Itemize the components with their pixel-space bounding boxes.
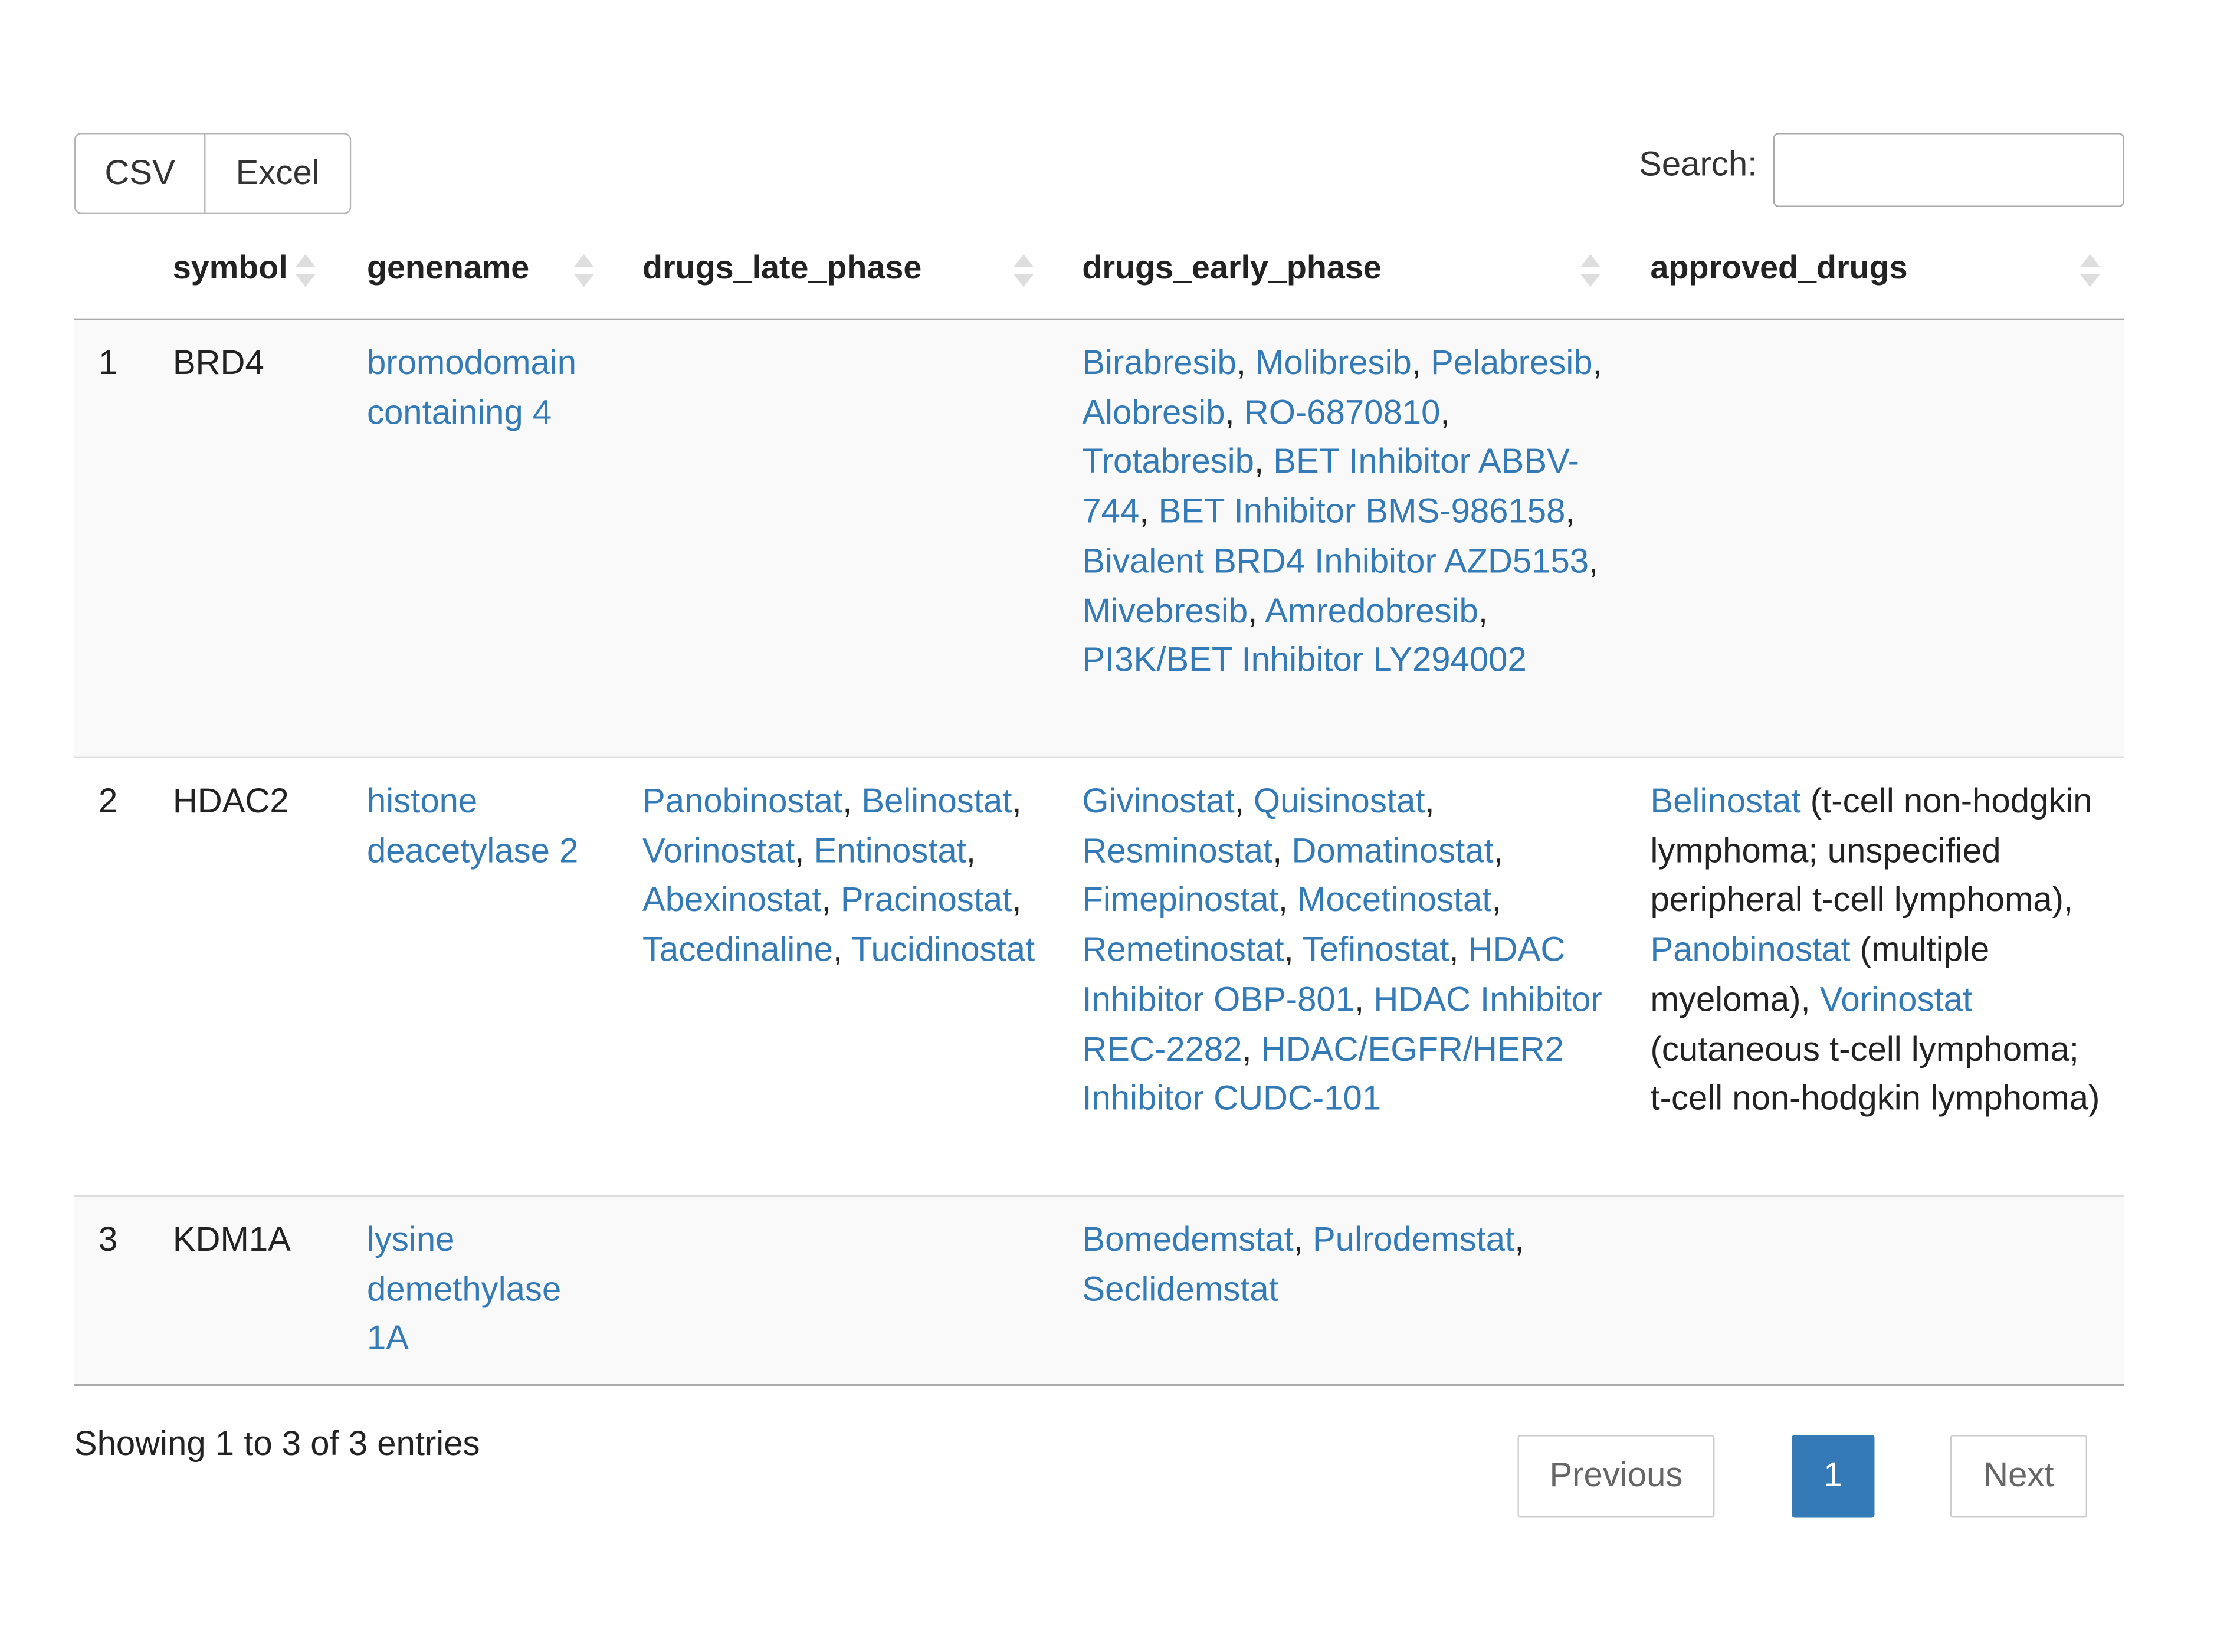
genename-link[interactable]: lysine demethylase 1A [367,1221,561,1358]
drug-link[interactable]: Tacedinaline [642,931,833,969]
column-header-drugs-late-phase[interactable]: drugs_late_phase [642,248,921,287]
row-index: 3 [98,1221,118,1260]
drug-link[interactable]: Pulrodemstat [1313,1221,1514,1259]
table-header: symbol genename drugs_late_phase drugs_e… [74,228,2124,322]
genename-cell: histone deacetylase 2 [367,778,624,877]
column-header-symbol[interactable]: symbol [173,248,288,287]
drug-link[interactable]: Mivebresib [1082,592,1248,630]
drug-link[interactable]: Alobresib [1082,394,1225,432]
drug-link[interactable]: Mocetinostat [1297,881,1491,920]
drugs-early-phase-cell: Givinostat, Quisinostat, Resminostat, Do… [1082,782,1602,1119]
drug-indication: (cutaneous t-cell lymphoma; t-cell non-h… [1650,1030,2100,1119]
drug-link[interactable]: Tucidinostat [851,931,1035,969]
drug-link[interactable]: Birabresib [1082,344,1236,382]
search-label: Search: [1639,145,1757,185]
column-header-genename[interactable]: genename [367,248,529,287]
drug-link[interactable]: Molibresib [1255,344,1412,382]
drug-link[interactable]: Bivalent BRD4 Inhibitor AZD5153 [1082,542,1589,581]
datatable-wrapper: CSV Excel Search: symbol genename drugs_… [0,0,2227,1652]
drug-link[interactable]: Panobinostat [642,782,842,821]
approved-drug-link[interactable]: Vorinostat [1820,981,1972,1019]
approved-drug-link[interactable]: Belinostat [1651,782,1801,821]
drug-link[interactable]: RO-6870810 [1244,394,1441,432]
drugs-early-phase-cell: Birabresib, Molibresib, Pelabresib, Alob… [1082,344,1602,680]
drug-link[interactable]: Quisinostat [1254,782,1425,821]
drug-link[interactable]: Fimepinostat [1082,881,1278,920]
column-header-approved-drugs[interactable]: approved_drugs [1651,248,1908,287]
drug-link[interactable]: Remetinostat [1082,931,1284,969]
drug-link[interactable]: Seclidemstat [1082,1270,1278,1309]
drug-link[interactable]: Pracinostat [841,881,1012,920]
drug-link[interactable]: Entinostat [814,832,966,870]
genename-link[interactable]: bromodomain containing 4 [367,344,576,432]
excel-button[interactable]: Excel [205,133,352,214]
table-row: 2 HDAC2 histone deacetylase 2 Panobinost… [74,758,2124,1197]
approved-drug-link[interactable]: Panobinostat [1651,931,1851,969]
export-button-group: CSV Excel [74,133,352,214]
symbol-cell: HDAC2 [172,782,289,821]
row-index: 1 [98,344,118,383]
drug-link[interactable]: Bomedemstat [1082,1221,1293,1259]
table-row: 3 KDM1A lysine demethylase 1A Bomedemsta… [74,1196,2124,1386]
page-button-current[interactable]: 1 [1792,1435,1875,1518]
next-page-button[interactable]: Next [1950,1435,2088,1518]
drugs-late-phase-cell: Panobinostat, Belinostat, Vorinostat, En… [642,782,1035,970]
drug-link[interactable]: Givinostat [1082,782,1234,821]
table-info: Showing 1 to 3 of 3 entries [74,1425,480,1464]
drug-link[interactable]: BET Inhibitor BMS-986158 [1159,493,1566,531]
drug-link[interactable]: Vorinostat [642,832,795,870]
symbol-cell: KDM1A [172,1221,291,1260]
sort-icon[interactable] [2080,254,2100,294]
sort-icon[interactable] [573,254,594,294]
drug-link[interactable]: Domatinostat [1291,832,1493,870]
column-header-drugs-early-phase[interactable]: drugs_early_phase [1082,248,1381,287]
drugs-early-phase-cell: Bomedemstat, Pulrodemstat, Seclidemstat [1082,1221,1524,1309]
genename-cell: bromodomain containing 4 [367,340,624,439]
csv-button[interactable]: CSV [74,133,206,214]
search-input[interactable] [1773,133,2124,207]
drug-link[interactable]: Abexinostat [642,881,822,920]
drug-link[interactable]: Trotabresib [1082,443,1254,481]
drug-link[interactable]: Pelabresib [1431,344,1592,382]
symbol-cell: BRD4 [172,344,264,383]
drug-link[interactable]: PI3K/BET Inhibitor LY294002 [1082,641,1526,680]
approved-drugs-cell: Belinostat (t-cell non-hodgkin lymphoma;… [1650,782,2100,1119]
genename-cell: lysine demethylase 1A [367,1217,581,1365]
drug-link[interactable]: Tefinostat [1303,931,1449,969]
row-index: 2 [98,782,118,821]
page: CSV Excel Search: symbol genename drugs_… [0,0,2227,1652]
sort-icon[interactable] [295,254,316,294]
genename-link[interactable]: histone deacetylase 2 [367,782,578,870]
sort-icon[interactable] [1014,254,1034,294]
drug-link[interactable]: Resminostat [1082,832,1272,870]
drug-link[interactable]: Belinostat [861,782,1012,821]
sort-icon[interactable] [1580,254,1600,294]
table-row: 1 BRD4 bromodomain containing 4 Birabres… [74,320,2124,759]
drug-link[interactable]: Amredobresib [1265,592,1478,630]
previous-page-button[interactable]: Previous [1517,1435,1715,1518]
